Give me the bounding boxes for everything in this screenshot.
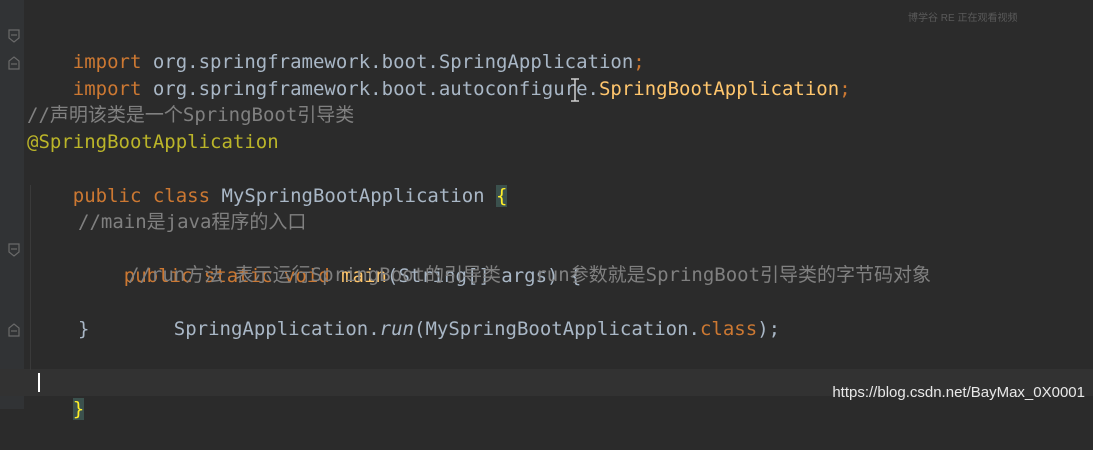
code-line-1[interactable]: import org.springframework.boot.SpringAp…	[27, 22, 645, 73]
fold-start-icon[interactable]	[8, 29, 20, 43]
text-cursor	[38, 373, 40, 392]
code-line-comment[interactable]: //run方法 表示运行SpringBoot的引导类 run参数就是Spring…	[128, 262, 931, 289]
code-line-close-brace[interactable]: }	[78, 316, 89, 343]
code-line-annotation[interactable]: @SpringBootApplication	[27, 129, 279, 156]
code-line-2[interactable]: import org.springframework.boot.autoconf…	[27, 49, 851, 100]
code-editor[interactable]: 博学谷 RE 正在观看视频 import org.springframework…	[0, 0, 1093, 420]
fold-end-icon[interactable]	[8, 56, 20, 70]
fold-end-icon[interactable]	[8, 323, 20, 337]
code-line-run-call[interactable]: SpringApplication.run(MySpringBootApplic…	[128, 289, 780, 340]
code-line-close-brace[interactable]: }	[27, 369, 85, 420]
matched-brace: {	[496, 185, 508, 207]
overlay-text: 博学谷 RE 正在观看视频	[908, 13, 1018, 24]
text-cursor-icon	[571, 78, 579, 102]
watermark: https://blog.csdn.net/BayMax_0X0001	[832, 384, 1085, 401]
code-line-main-method[interactable]: public static void main(String[] args) {	[78, 236, 582, 287]
code-line-class-declaration[interactable]: public class MySpringBootApplication {	[27, 156, 508, 207]
matched-brace: }	[72, 398, 85, 420]
code-line-comment[interactable]: //声明该类是一个SpringBoot引导类	[27, 102, 354, 129]
fold-start-icon[interactable]	[8, 243, 20, 257]
code-line-comment[interactable]: //main是java程序的入口	[78, 209, 306, 236]
